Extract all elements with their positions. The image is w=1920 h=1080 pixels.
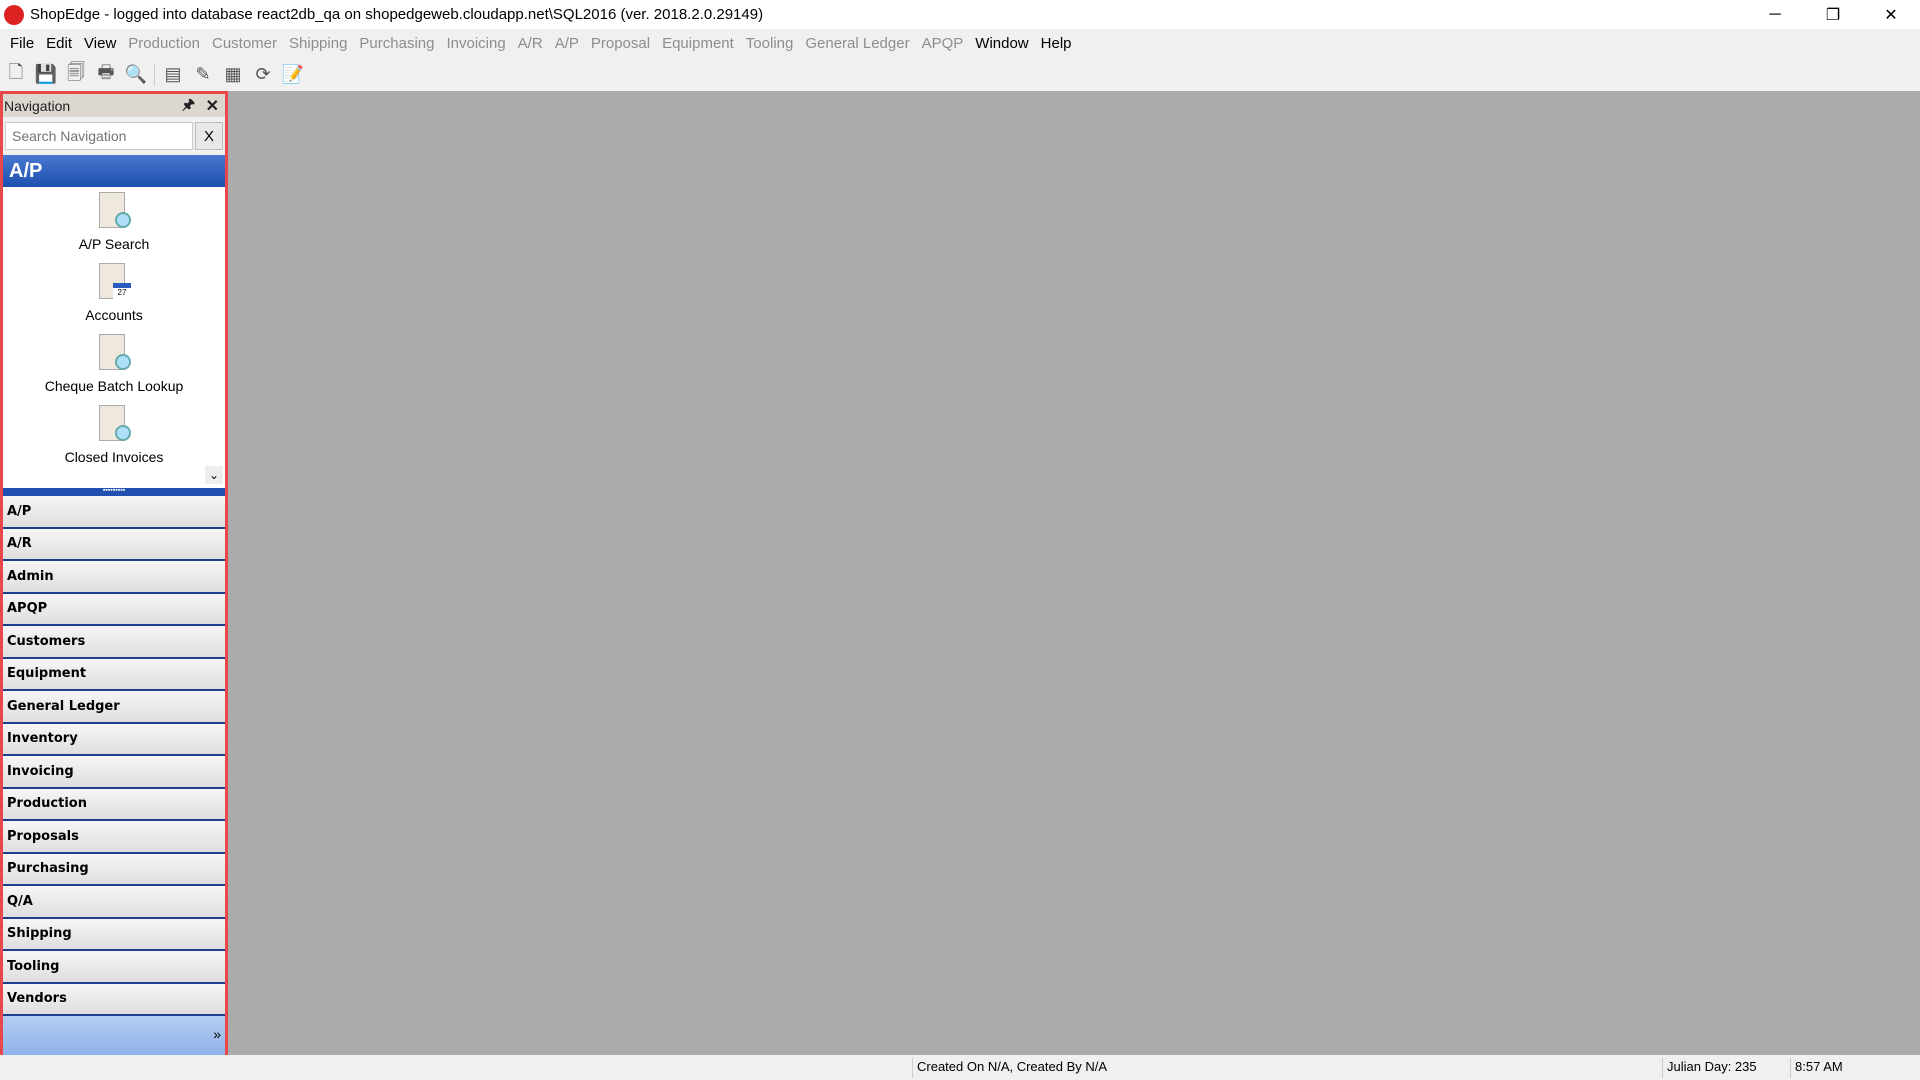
menu-invoicing[interactable]: Invoicing: [440, 35, 511, 52]
calendar-document-icon: 27: [95, 263, 133, 303]
status-bar: Created On N/A, Created By N/A Julian Da…: [0, 1055, 1920, 1080]
menu-help[interactable]: Help: [1035, 35, 1078, 52]
menu-proposal[interactable]: Proposal: [585, 35, 656, 52]
status-time: 8:57 AM: [1790, 1058, 1920, 1078]
print-preview-icon[interactable]: 🔍: [124, 63, 148, 87]
refresh-icon[interactable]: ⟳: [251, 63, 275, 87]
group-items: A/P Search 27 Accounts Cheque Batch Lookup C…: [3, 187, 225, 488]
menu-equipment[interactable]: Equipment: [656, 35, 740, 52]
nav-group-shipping[interactable]: Shipping: [3, 918, 225, 951]
nav-group-vendors[interactable]: Vendors: [3, 983, 225, 1016]
save-icon[interactable]: 💾: [34, 63, 58, 87]
nav-group-inventory[interactable]: Inventory: [3, 723, 225, 756]
new-icon[interactable]: 🗋: [4, 62, 28, 87]
menu-purchasing[interactable]: Purchasing: [353, 35, 440, 52]
search-document-icon: [95, 334, 133, 374]
nav-group-admin[interactable]: Admin: [3, 561, 225, 594]
menu-edit[interactable]: Edit: [40, 35, 78, 52]
nav-group-invoicing[interactable]: Invoicing: [3, 756, 225, 789]
delete-row-icon[interactable]: ▦: [221, 63, 245, 87]
nav-item[interactable]: Closed Invoices: [3, 400, 225, 471]
save-all-icon[interactable]: 🗐: [64, 62, 88, 87]
close-button[interactable]: ✕: [1862, 0, 1920, 29]
nav-group-tooling[interactable]: Tooling: [3, 951, 225, 984]
print-icon[interactable]: 🖶: [94, 62, 118, 87]
menu-window[interactable]: Window: [969, 35, 1034, 52]
toolbar: 🗋 💾 🗐 🖶 🔍 ▤ ✎ ▦ ⟳ 📝: [0, 58, 1920, 91]
nav-group-a-p[interactable]: A/P: [3, 496, 225, 529]
restore-button[interactable]: ❐: [1804, 0, 1862, 29]
nav-group-equipment[interactable]: Equipment: [3, 658, 225, 691]
nav-group-proposals[interactable]: Proposals: [3, 821, 225, 854]
nav-group-customers[interactable]: Customers: [3, 626, 225, 659]
nav-group-apqp[interactable]: APQP: [3, 593, 225, 626]
more-groups-icon[interactable]: »: [213, 1026, 221, 1042]
toolbar-separator: [154, 63, 155, 86]
nav-item-label: Accounts: [85, 307, 143, 323]
menu-tooling[interactable]: Tooling: [740, 35, 800, 52]
window-title: ShopEdge - logged into database react2db…: [30, 6, 764, 23]
menu-a-r[interactable]: A/R: [512, 35, 549, 52]
menu-bar: File Edit View Production Customer Shipping Pu…: [0, 29, 1920, 58]
search-navigation-input[interactable]: [5, 122, 193, 150]
splitter-handle[interactable]: ▪▪▪▪▪▪▪▪▪: [3, 487, 225, 496]
pin-icon[interactable]: 🖈: [182, 94, 195, 118]
nav-group-q-a[interactable]: Q/A: [3, 886, 225, 919]
menu-production[interactable]: Production: [122, 35, 206, 52]
navigation-title: Navigation: [4, 97, 71, 114]
nav-item[interactable]: 27 Accounts: [3, 258, 225, 329]
nav-item[interactable]: A/P Search: [3, 187, 225, 258]
search-document-icon: [95, 192, 133, 232]
menu-view[interactable]: View: [78, 35, 122, 52]
status-created: Created On N/A, Created By N/A: [912, 1058, 1662, 1078]
nav-group-a-r[interactable]: A/R: [3, 528, 225, 561]
title-bar: ShopEdge - logged into database react2db…: [0, 0, 1920, 29]
edit-icon[interactable]: ✎: [191, 63, 215, 87]
menu-apqp[interactable]: APQP: [916, 35, 970, 52]
nav-group-general-ledger[interactable]: General Ledger: [3, 691, 225, 724]
add-row-icon[interactable]: ▤: [161, 63, 185, 87]
menu-customer[interactable]: Customer: [206, 35, 283, 52]
nav-item-label: A/P Search: [78, 236, 150, 252]
search-document-icon: [95, 405, 133, 445]
notes-icon[interactable]: 📝: [281, 63, 305, 87]
app-logo-icon: [4, 4, 24, 25]
menu-general-ledger[interactable]: General Ledger: [799, 35, 915, 52]
minimize-button[interactable]: ─: [1746, 0, 1804, 29]
nav-group-purchasing[interactable]: Purchasing: [3, 853, 225, 886]
status-julian-day: Julian Day: 235: [1662, 1058, 1790, 1078]
navigation-panel: Navigation 🖈 ✕ X A/P A/P Search 27 Account…: [0, 91, 228, 1056]
nav-item[interactable]: Cheque Batch Lookup: [3, 329, 225, 400]
menu-file[interactable]: File: [4, 35, 40, 52]
navigation-overflow-bar[interactable]: »: [3, 1016, 225, 1056]
active-group-title: A/P: [3, 155, 225, 187]
nav-group-production[interactable]: Production: [3, 788, 225, 821]
nav-item-label: Closed Invoices: [64, 449, 164, 465]
nav-item-label: Cheque Batch Lookup: [44, 378, 184, 394]
scroll-down-button[interactable]: ⌄: [205, 466, 223, 484]
menu-a-p[interactable]: A/P: [549, 35, 585, 52]
clear-search-button[interactable]: X: [195, 122, 223, 150]
navigation-header: Navigation 🖈 ✕: [3, 94, 225, 117]
close-navigation-icon[interactable]: ✕: [206, 96, 219, 116]
menu-shipping[interactable]: Shipping: [283, 35, 353, 52]
